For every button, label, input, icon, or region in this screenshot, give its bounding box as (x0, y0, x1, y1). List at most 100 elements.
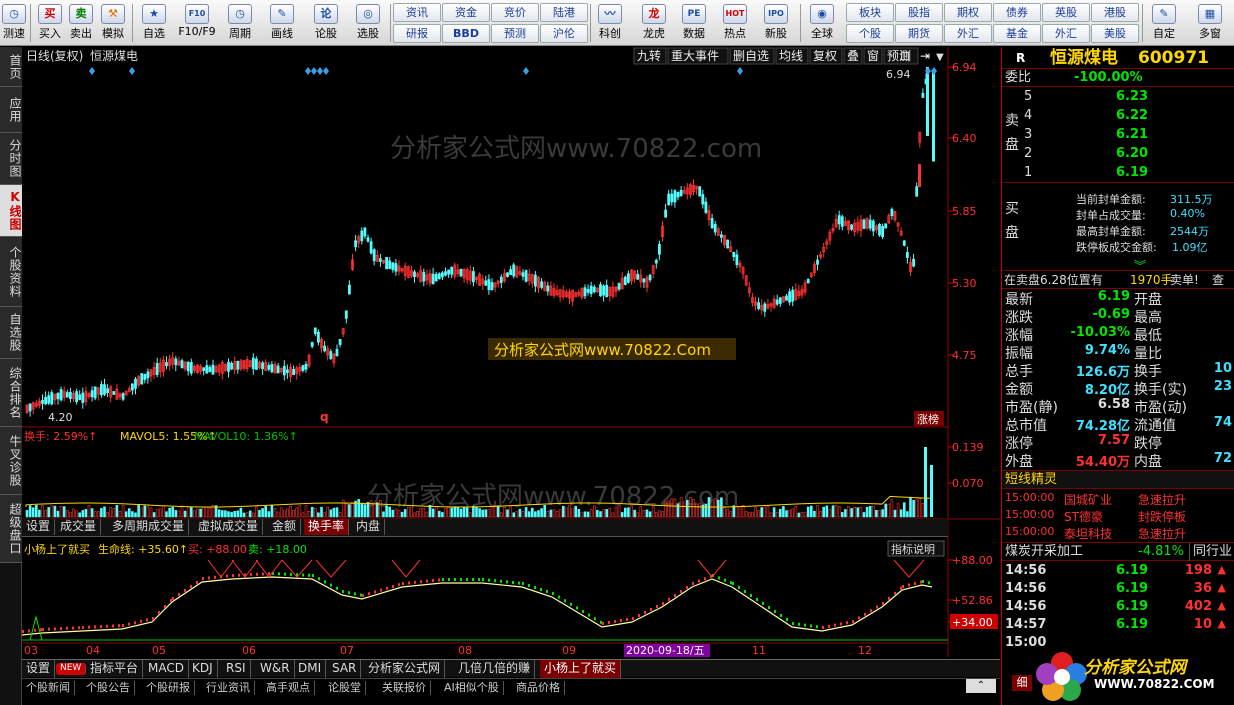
indicator-tab-7[interactable]: DMI (294, 660, 327, 678)
volume-tab-5[interactable]: 换手率 (304, 519, 350, 535)
indicator-tab-6[interactable]: W&R (256, 660, 295, 678)
watchlist-button[interactable]: ★ 自选 (138, 2, 170, 44)
indicator-tab-2[interactable]: 指标平台 (86, 660, 144, 678)
ask-price[interactable]: 6.22 (1116, 108, 1148, 123)
grid-btn-hk-connect[interactable]: 陆港 (540, 3, 588, 22)
chart-tool-6[interactable]: 窗 (867, 49, 879, 63)
news-tab-0[interactable]: 个股新闻 (22, 681, 75, 695)
dragon-tiger-button[interactable]: 龙龙虎 (637, 2, 671, 44)
news-tab-8[interactable]: 商品价格 (512, 681, 565, 695)
grid-btn-index[interactable]: 股指 (895, 3, 943, 22)
short-elf-stock[interactable]: 国城矿业 (1064, 491, 1112, 508)
grid-btn-forecast[interactable]: 预测 (491, 24, 539, 43)
grid-btn-us-stocks[interactable]: 美股 (1091, 24, 1139, 43)
lock-icon[interactable]: ⊡ (900, 49, 910, 63)
data-button[interactable]: PE 数据 (677, 2, 711, 44)
chart-tool-1[interactable]: 重大事件 (671, 49, 719, 63)
draw-line-button[interactable]: ✎ 画线 (264, 2, 300, 44)
industry-name[interactable]: 煤炭开采加工 (1005, 543, 1083, 561)
tab-ranking[interactable]: 综合排名 (0, 359, 22, 427)
indicator-tab-11[interactable]: 小杨上了就买 (540, 660, 622, 678)
custom-button[interactable]: ✎ 自定 (1146, 2, 1182, 44)
hotspot-button[interactable]: HOT 热点 (718, 2, 752, 44)
ask-price[interactable]: 6.21 (1116, 127, 1148, 142)
grid-btn-auction[interactable]: 竞价 (491, 3, 539, 22)
short-elf-stock[interactable]: ST德豪 (1064, 508, 1103, 525)
news-tab-6[interactable]: 关联报价 (378, 681, 431, 695)
news-tab-3[interactable]: 行业资讯 (202, 681, 255, 695)
zhang-bang-badge[interactable]: 涨榜 (917, 412, 939, 426)
grid-btn-funds[interactable]: 资金 (442, 3, 490, 22)
grid-btn-sector[interactable]: 板块 (846, 3, 894, 22)
period-button[interactable]: ◷ 周期 (222, 2, 258, 44)
indicator-help-button[interactable]: 指标说明 (891, 542, 935, 556)
short-elf-title[interactable]: 短线精灵 (1005, 471, 1057, 489)
volume-tab-3[interactable]: 虚拟成交量 (194, 519, 264, 535)
arrow-right-icon[interactable]: ⇥ (920, 49, 930, 63)
multiwindow-button[interactable]: ▦ 多窗 (1192, 2, 1228, 44)
grid-btn-forex[interactable]: 外汇 (944, 24, 992, 43)
f10-button[interactable]: F10 F10/F9 (176, 2, 218, 44)
news-tab-5[interactable]: 论股堂 (324, 681, 366, 695)
chart-tool-3[interactable]: 均线 (779, 49, 803, 63)
volume-tab-4[interactable]: 金额 (268, 519, 302, 535)
grid-btn-options[interactable]: 期权 (944, 3, 992, 22)
speed-test-button[interactable]: ◷ 测速 (0, 2, 28, 44)
indicator-tab-4[interactable]: KDJ (188, 660, 218, 678)
volume-tab-2[interactable]: 多周期成交量 (108, 519, 190, 535)
kechuang-button[interactable]: 〰科创 (593, 2, 627, 44)
ask-price[interactable]: 6.23 (1116, 89, 1148, 104)
indicator-tab-10[interactable]: 几倍几倍的赚 (454, 660, 536, 678)
grid-btn-bbd[interactable]: BBD (442, 24, 490, 43)
indicator-tab-1[interactable]: NEW (56, 663, 87, 675)
grid-btn-forex2[interactable]: 外汇 (1042, 24, 1090, 43)
query-button[interactable]: 查 (1212, 271, 1224, 289)
same-industry-button[interactable]: 同行业 (1189, 543, 1232, 561)
tab-stock-profile[interactable]: 个股资料 (0, 237, 22, 307)
chart-tool-4[interactable]: 复权 (813, 49, 837, 63)
indicator-tab-5[interactable]: RSI (222, 660, 251, 678)
indicator-tab-8[interactable]: SAR (328, 660, 362, 678)
chart-tool-2[interactable]: 删自选 (733, 49, 769, 63)
news-tab-7[interactable]: AI相似个股 (440, 681, 504, 695)
grid-btn-uk-stocks[interactable]: 英股 (1042, 3, 1090, 22)
grid-btn-news[interactable]: 资讯 (393, 3, 441, 22)
detail-button[interactable]: 细 (1012, 675, 1032, 691)
tab-apps[interactable]: 应用 (0, 87, 22, 133)
news-tab-2[interactable]: 个股研报 (142, 681, 195, 695)
short-elf-stock[interactable]: 泰坦科技 (1064, 525, 1112, 542)
grid-btn-stocks[interactable]: 个股 (846, 24, 894, 43)
global-button[interactable]: ◉ 全球 (804, 2, 840, 44)
sell-button[interactable]: 卖卖出 (67, 2, 95, 44)
discuss-button[interactable]: 论论股 (310, 2, 342, 44)
grid-btn-hk-stocks[interactable]: 港股 (1091, 3, 1139, 22)
dropdown-icon[interactable]: ▼ (936, 52, 944, 63)
tab-home[interactable]: 首页 (0, 47, 22, 87)
indicator-tab-9[interactable]: 分析家公式网 (364, 660, 446, 678)
news-tab-1[interactable]: 个股公告 (82, 681, 135, 695)
select-stock-button[interactable]: ◎ 选股 (350, 2, 386, 44)
chart-tool-5[interactable]: 叠 (847, 49, 859, 63)
news-tab-4[interactable]: 高手观点 (262, 681, 315, 695)
chart-tool-0[interactable]: 九转 (637, 48, 661, 63)
collapse-arrow-icon[interactable]: ⌃ (966, 679, 996, 693)
tab-intraday[interactable]: 分时图 (0, 133, 22, 185)
ask-price[interactable]: 6.20 (1116, 146, 1148, 161)
buy-button[interactable]: 买买入 (36, 2, 64, 44)
grid-btn-shanghai-london[interactable]: 沪伦 (540, 24, 588, 43)
simulate-button[interactable]: ⚒ 模拟 (98, 2, 128, 44)
grid-btn-research[interactable]: 研报 (393, 24, 441, 43)
volume-tab-1[interactable]: 成交量 (56, 519, 102, 535)
indicator-tab-3[interactable]: MACD (144, 660, 189, 678)
grid-btn-funds2[interactable]: 基金 (993, 24, 1041, 43)
volume-tab-0[interactable]: 设置 (22, 519, 56, 535)
tab-watchlist[interactable]: 自选股 (0, 307, 22, 359)
tab-kline[interactable]: K线图 (0, 185, 22, 237)
tab-diagnosis[interactable]: 牛叉诊股 (0, 427, 22, 495)
kline-chart-area[interactable]: 日线(复权) 恒源煤电 九转 重大事件 删自选 均线 复权叠窗预测 ⊡ ⇥ ▼ 分析家公式网w… (21, 47, 1000, 657)
grid-btn-bonds[interactable]: 债券 (993, 3, 1041, 22)
ipo-button[interactable]: IPO 新股 (759, 2, 793, 44)
grid-btn-futures[interactable]: 期货 (895, 24, 943, 43)
indicator-tab-0[interactable]: 设置 (22, 660, 56, 678)
volume-tab-6[interactable]: 内盘 (352, 519, 386, 535)
